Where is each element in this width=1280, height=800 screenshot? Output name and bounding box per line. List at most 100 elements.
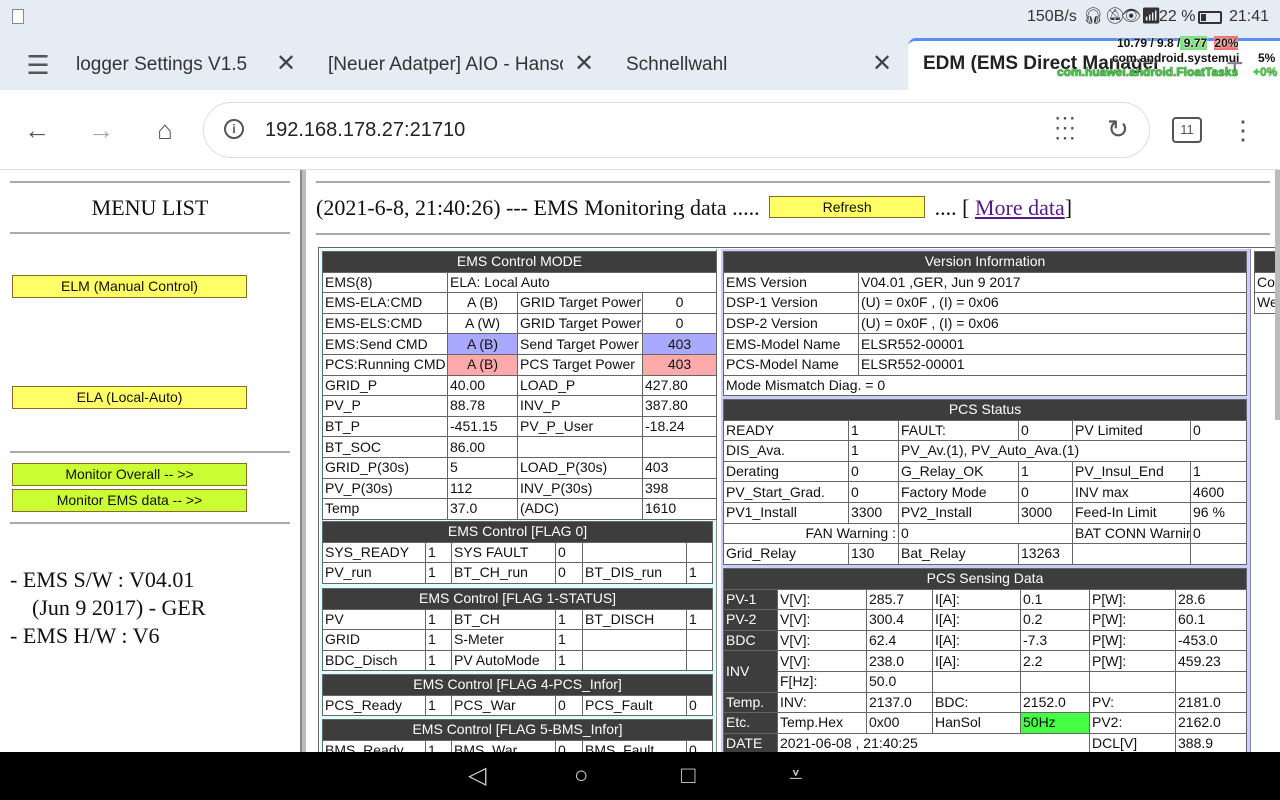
ela-local-auto-button[interactable]: ELA (Local-Auto) <box>12 386 247 409</box>
tab-switcher-button[interactable]: 11 <box>1172 117 1202 143</box>
table-cell <box>932 670 1021 693</box>
table-cell: 0 <box>1018 481 1073 503</box>
close-tab-icon[interactable]: ✕ <box>872 52 892 76</box>
table-cell: BMS_War <box>451 739 556 752</box>
overflow-menu-icon[interactable]: ⋮ <box>1230 115 1256 145</box>
table-cell: PV2: <box>1089 712 1176 734</box>
table-cell: P[W]: <box>1089 629 1176 652</box>
table-row: DSP-2 Version (U) = 0x0F , (I) = 0x06 <box>723 312 1247 335</box>
table-cell <box>1072 543 1191 565</box>
system-nav-bar: ◁ ○ □ ⩡ <box>0 752 1280 800</box>
table-row: DIS_Ava. 1 PV_Av.(1), PV_Auto_Ava.(1) <box>723 440 1248 462</box>
monitor-ems-data-button[interactable]: Monitor EMS data -- >> <box>12 489 247 512</box>
table-row: BDC V[V]: 62.4 I[A]: -7.3 P[W]: -453.0 <box>723 629 1247 652</box>
nav-home-icon[interactable]: ○ <box>574 762 589 790</box>
table-cell: EMS Version <box>723 271 859 294</box>
table-row: FAN Warning :0BAT CONN Warning :0 <box>723 522 1248 545</box>
tab-logger-settings[interactable]: logger Settings V1.5 <box>76 40 256 90</box>
scrollbar[interactable] <box>1275 170 1280 420</box>
table-cell: FAULT: <box>898 419 1019 442</box>
elm-manual-control-button[interactable]: ELM (Manual Control) <box>12 275 247 298</box>
table-cell: (U) = 0x0F , (I) = 0x06 <box>858 292 1247 314</box>
table-cell: INV max <box>1072 481 1191 503</box>
table-row: PV_Start_Grad. 0 Factory Mode 0 INV max 4600 <box>723 481 1248 503</box>
table-cell: GRID Target Power <box>517 312 643 335</box>
table-cell: A (B) <box>447 292 518 314</box>
tab-strip: ☰ logger Settings V1.5 ✕ [Neuer Adatper]… <box>0 36 1280 92</box>
table-cell: Mode Mismatch Diag. = 0 <box>723 374 1247 397</box>
nav-recents-icon[interactable]: □ <box>681 762 696 790</box>
table-cell: INV <box>723 650 778 693</box>
close-tab-icon[interactable]: ✕ <box>276 52 296 76</box>
table-cell: EMS(8) <box>322 271 448 294</box>
table-cell: 1 <box>848 440 899 462</box>
table-cell: 0 <box>555 562 583 584</box>
table-cell: A (W) <box>447 312 518 335</box>
table-cell: 1 <box>425 629 452 651</box>
nav-back-icon[interactable]: ◁ <box>468 762 486 790</box>
table-cell: DSP-2 Version <box>723 312 859 335</box>
table-cell: BAT CONN Warning : <box>1072 522 1191 545</box>
table-cell: 1610 <box>642 498 717 520</box>
home-icon[interactable]: ⌂ <box>150 115 180 145</box>
table-cell: 0 <box>898 522 1073 545</box>
table-cell: 403 <box>642 333 717 355</box>
tab-schnellwahl[interactable]: Schnellwahl <box>626 40 826 90</box>
table-cell: 2.2 <box>1020 650 1090 672</box>
table-cell: 285.7 <box>866 588 933 611</box>
flag4-table: EMS Control [FLAG 4-PCS_Infor] PCS_Ready 1… <box>321 674 714 717</box>
forward-icon[interactable]: → <box>86 115 116 145</box>
table-row: Grid_Relay 130 Bat_Relay 13263 <box>723 543 1248 565</box>
table-cell: 1 <box>425 739 452 752</box>
status-bar: 150B/s 🎧︎ 🔕︎ 👁︎ 📶︎ 22 % 21:41 <box>0 0 1280 40</box>
table-cell: 0x00 <box>866 712 933 734</box>
back-icon[interactable]: ← <box>22 115 52 145</box>
table-cell: EMS-ELS:CMD <box>322 312 448 335</box>
table-cell: Etc. <box>723 712 778 734</box>
table-cell: 387.80 <box>642 395 717 417</box>
table-cell: 88.78 <box>447 395 518 417</box>
tab-title: logger Settings V1.5 <box>76 54 248 75</box>
more-data-link[interactable]: More data <box>975 195 1065 220</box>
table-cell: GRID_P <box>322 374 448 397</box>
table-cell: LOAD_P <box>517 374 643 397</box>
table-cell: PV_P <box>322 395 448 417</box>
table-cell: PV <box>322 608 426 631</box>
table-cell: 0 <box>685 694 714 717</box>
info-icon[interactable]: i <box>224 119 244 139</box>
table-row: BT_P -451.15 PV_P_User -18.24 <box>322 415 717 438</box>
url-text: 192.168.178.27:21710 <box>265 119 466 141</box>
table-cell: INV_P <box>517 395 643 417</box>
table-row: BT_SOC 86.00 <box>322 436 717 458</box>
monitor-overall-button[interactable]: Monitor Overall -- >> <box>12 463 247 486</box>
divider <box>10 232 290 234</box>
table-cell <box>685 649 714 672</box>
table-cell: BDC: <box>932 691 1021 714</box>
table-row: PCS-Model Name ELSR552-00001 <box>723 353 1247 376</box>
table-cell: BMS_Fault <box>582 739 687 752</box>
table-cell: P[W]: <box>1089 650 1176 672</box>
table-cell: 0 <box>1189 419 1248 442</box>
table-cell: 1 <box>425 649 452 672</box>
close-tab-icon[interactable]: ✕ <box>574 52 594 76</box>
menu-icon[interactable]: ☰ <box>22 50 54 80</box>
reload-icon[interactable]: ↻ <box>1107 114 1129 145</box>
table-cell: 1 <box>848 419 899 442</box>
nav-notifications-icon[interactable]: ⩡ <box>789 762 803 790</box>
url-field[interactable]: i 192.168.178.27:21710 ⋯ ⋯ ⋯ ↻ <box>203 102 1150 158</box>
table-cell: Bat_Relay <box>898 543 1019 565</box>
table-cell: 5 <box>447 456 518 479</box>
table-cell: BT_CH <box>451 608 556 631</box>
qr-dots-icon[interactable]: ⋯ ⋯ ⋯ <box>1054 107 1076 149</box>
table-cell: 112 <box>447 477 518 500</box>
table-cell <box>686 541 713 564</box>
tab-neuer-adapter[interactable]: [Neuer Adatper] AIO - Hansol <box>328 40 563 90</box>
refresh-button[interactable]: Refresh <box>769 196 926 218</box>
table-cell: 13263 <box>1018 543 1073 565</box>
table-cell: S-Meter <box>451 629 556 651</box>
table-cell: -453.0 <box>1175 629 1247 652</box>
table-row: PV1_Install 3300 PV2_Install 3000 Feed-In Li… <box>723 501 1248 524</box>
monitoring-header: (2021-6-8, 21:40:26) --- EMS Monitoring … <box>316 195 1072 221</box>
ems-hw-version: - EMS H/W : V6 <box>10 623 160 648</box>
table-cell: 50.0 <box>866 670 933 693</box>
